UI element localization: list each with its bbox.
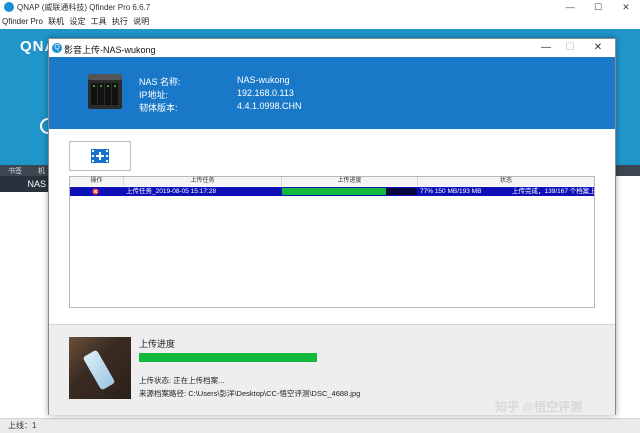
upload-status-label: 上传状态: [139,376,172,385]
menu-qfinder[interactable]: Qfinder Pro [2,17,43,26]
upload-progress-title: 上传进度 [139,339,176,349]
col-task: 上传任务 [124,177,282,186]
source-path: 来源档案路径: C:\Users\彭洋\Desktop\CC-悟空评测\DSC_… [139,388,360,399]
task-name: 上传任务_2019-08-05 15:17:28 [126,188,216,195]
table-row[interactable]: 上传任务_2019-08-05 15:17:28 77% 150 MB/193 … [70,187,594,196]
dialog-minimize-icon[interactable]: — [535,41,557,55]
nas-fw-label: 韧体版本: [139,103,178,113]
close-icon[interactable]: ✕ [612,0,640,15]
task-progress-bar [282,188,417,195]
task-progress-text: 77% 150 MB/193 MB [420,188,482,195]
task-progress-fill [282,188,386,195]
photo-thumbnail [69,337,131,399]
task-status: 上传完成，139/167 个档案上传完成 [512,188,594,195]
app-right-strip [612,176,640,418]
nas-header: NAS 名称: NAS-wukong IP地址: 192.168.0.113 韧… [49,57,615,129]
qfinder-icon: Q [52,43,62,53]
col-action: 操作 [70,177,124,186]
nas-name-label: NAS 名称: [139,77,181,87]
menu-run[interactable]: 执行 [112,17,128,26]
add-video-button[interactable] [69,141,131,171]
add-video-icon [91,149,109,163]
menu-tools[interactable]: 工具 [91,17,107,26]
menu-connect[interactable]: 联机 [48,17,64,26]
upload-task-table: 操作 上传任务 上传进度 状态 上传任务_2019-08-05 15:17:28… [69,176,595,308]
menu-help[interactable]: 说明 [133,17,149,26]
watermark: 知乎 @悟空评测 [495,400,583,414]
nas-name-value: NAS-wukong [237,75,290,85]
qfinder-logo-icon [4,2,14,12]
tab-machine[interactable]: 机 [38,166,45,176]
dialog-close-icon[interactable]: ✕ [587,41,609,55]
dialog-maximize-icon: ☐ [565,42,575,53]
upload-dialog: Q 影音上传-NAS-wukong — ☐ ✕ NAS 名称: NAS-wuko… [48,38,616,415]
minimize-icon[interactable]: — [556,0,584,15]
source-path-value: C:\Users\彭洋\Desktop\CC-悟空评测\DSC_4688.jpg [188,389,361,398]
online-count: 上线：1 [8,421,37,430]
dialog-title: 影音上传-NAS-wukong [64,45,156,55]
maximize-icon[interactable]: ☐ [584,0,612,15]
nas-column-header: NAS [0,176,48,192]
app-titlebar: QNAP (威联通科技) Qfinder Pro 6.6.7 — ☐ ✕ [0,0,640,16]
upload-status: 上传状态: 正在上传档案... [139,375,224,386]
nas-ip-value: 192.168.0.113 [237,88,294,98]
source-path-label: 来源档案路径: [139,389,187,398]
tab-bookmark[interactable]: 书签 [8,166,22,176]
nas-fw-value: 4.4.1.0998.CHN [237,101,302,111]
col-progress: 上传进度 [282,177,418,186]
menu: Qfinder Pro 联机 设定 工具 执行 说明 [2,16,152,27]
col-status: 状态 [418,177,594,186]
upload-status-value: 正在上传档案... [173,376,225,385]
upload-progress-bar [139,353,317,362]
stop-icon[interactable] [92,188,99,195]
app-title: QNAP (威联通科技) Qfinder Pro 6.6.7 [17,3,151,12]
menu-settings[interactable]: 设定 [69,17,85,26]
phone-image [82,349,116,391]
nas-device-icon [88,74,122,109]
app-statusbar [0,418,640,433]
dialog-titlebar: Q 影音上传-NAS-wukong — ☐ ✕ [49,39,615,57]
nas-ip-label: IP地址: [139,90,169,100]
